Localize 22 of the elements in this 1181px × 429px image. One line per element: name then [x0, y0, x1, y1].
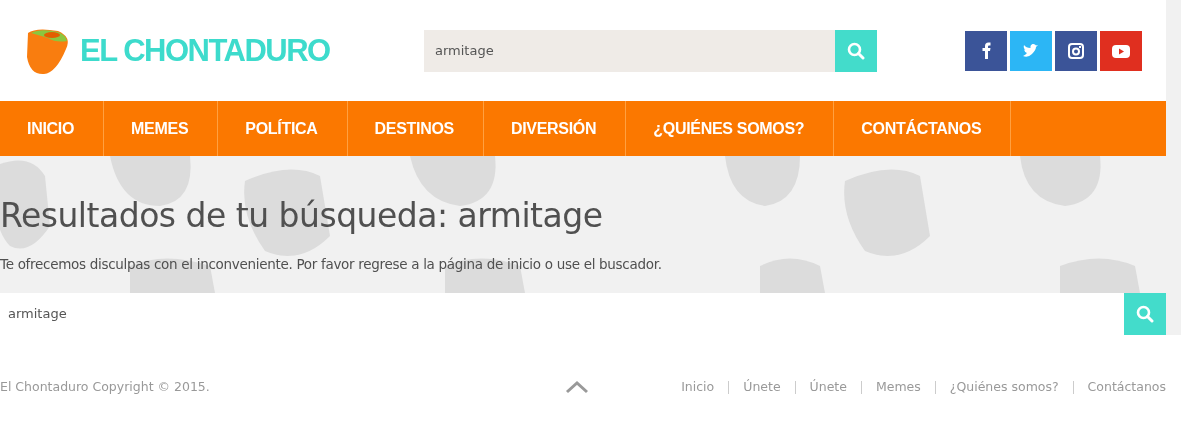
footer-link[interactable]: Únete: [794, 381, 861, 394]
social-button[interactable]: [965, 30, 1007, 71]
search-icon: [847, 41, 865, 60]
footer-link[interactable]: Únete: [728, 381, 795, 394]
social-button[interactable]: [1055, 30, 1097, 71]
search-button[interactable]: [1124, 293, 1166, 335]
twitter-icon: [1022, 41, 1040, 60]
facebook-icon: [981, 42, 991, 59]
results-title: Resultados de tu búsqueda: armitage: [0, 195, 603, 235]
scrollbar[interactable]: [1166, 0, 1181, 335]
back-to-top-icon[interactable]: [565, 380, 589, 395]
search-button[interactable]: [835, 29, 877, 72]
footer-link[interactable]: Contáctanos: [1072, 381, 1166, 394]
footer-link[interactable]: Inicio: [667, 381, 729, 394]
copyright-text: El Chontaduro Copyright © 2015.: [0, 378, 211, 396]
social-button[interactable]: [1100, 30, 1142, 71]
apology-message: Te ofrecemos disculpas con el inconveniente. Por favor regrese a la página de inicio o use el buscador.: [0, 255, 662, 275]
instagram-icon: [1067, 41, 1085, 60]
footer-link[interactable]: Memes: [860, 381, 935, 394]
site-logo-text[interactable]: EL CHONTADURO: [80, 32, 330, 69]
search-icon: [1136, 305, 1154, 323]
footer-link[interactable]: ¿Quiénes somos?: [934, 381, 1073, 394]
